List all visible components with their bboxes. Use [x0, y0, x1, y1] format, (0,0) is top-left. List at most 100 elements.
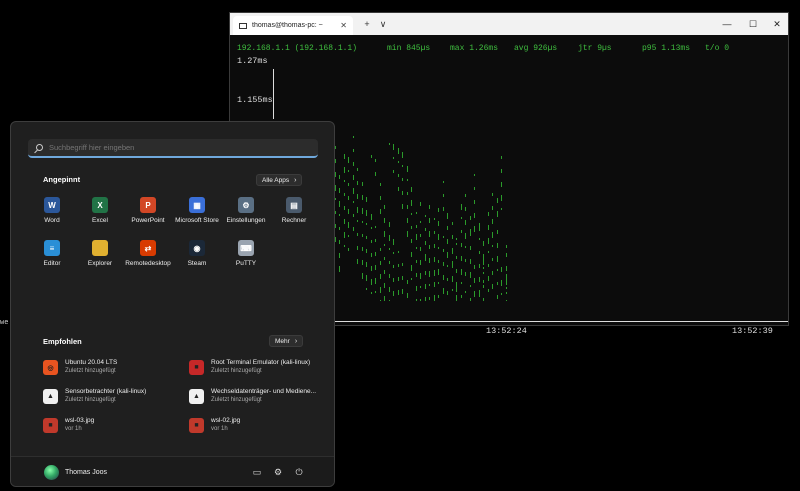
pinned-app[interactable]: ⌨ PuTTY — [221, 240, 271, 267]
recommended-item[interactable]: ◎ Ubuntu 20.04 LTS Zuletzt hinzugefügt — [43, 359, 183, 381]
recommended-item[interactable]: ▲ Sensorbetrachter (kali-linux) Zuletzt hi… — [43, 388, 183, 410]
recommended-item-name: Sensorbetrachter (kali-linux) — [65, 388, 147, 395]
latency-trace — [420, 191, 422, 301]
ping-avg: avg 926µs — [514, 44, 558, 53]
background-terminal-text: we — [0, 319, 9, 327]
pinned-app[interactable]: ⚙ Einstellungen — [221, 197, 271, 224]
y-axis-label-top: 1.27ms — [237, 56, 268, 66]
recommended-item[interactable]: ■ wsl-02.jpg vor 1h — [189, 417, 329, 439]
store-icon: ▦ — [189, 197, 205, 213]
pinned-app-label: Explorer — [87, 260, 113, 267]
latency-trace — [366, 141, 368, 301]
latency-trace — [402, 151, 404, 301]
recommended-item-subtitle: vor 1h — [211, 426, 228, 432]
recommended-item-subtitle: vor 1h — [65, 426, 82, 432]
latency-trace — [496, 191, 499, 301]
search-icon — [36, 144, 43, 151]
start-menu[interactable]: Angepinnt Alle Apps › W Word X Excel P PowerP… — [10, 121, 335, 487]
latency-trace — [447, 211, 449, 301]
latency-trace — [411, 181, 413, 301]
recommended-item[interactable]: ■ Root Terminal Emulator (kali-linux) Zule… — [189, 359, 329, 381]
all-apps-label: Alle Apps — [262, 176, 290, 184]
latency-trace — [339, 161, 341, 301]
powerpoint-icon: P — [140, 197, 156, 213]
latency-trace — [424, 206, 427, 301]
terminal-icon — [239, 22, 247, 29]
close-button[interactable]: ✕ — [764, 13, 790, 35]
recommended-item-name: Wechseldatenträger- und Mediene... — [211, 388, 317, 395]
avatar[interactable] — [44, 465, 59, 480]
image-file-icon: ■ — [43, 418, 58, 433]
user-name[interactable]: Thomas Joos — [65, 469, 107, 476]
latency-trace — [483, 231, 485, 301]
calculator-icon: ▤ — [286, 197, 302, 213]
search-input[interactable] — [49, 143, 299, 152]
pinned-app[interactable]: W Word — [27, 197, 77, 224]
pinned-app[interactable]: ⇄ Remotedesktop — [123, 240, 173, 267]
ping-min: min 845µs — [387, 44, 431, 53]
power-icon[interactable]: ⏻ — [293, 466, 305, 478]
pinned-app[interactable]: ▦ Microsoft Store — [172, 197, 222, 224]
pinned-app[interactable]: Explorer — [75, 240, 125, 267]
latency-trace — [474, 171, 476, 301]
image-file-icon: ■ — [189, 418, 204, 433]
latency-trace — [370, 151, 373, 301]
tab-dropdown-button[interactable]: ∨ — [376, 16, 390, 32]
latency-trace — [442, 181, 445, 301]
recommended-item[interactable]: ■ wsl-03.jpg vor 1h — [43, 417, 183, 439]
tab-close-icon[interactable]: ✕ — [340, 21, 347, 30]
latency-trace — [406, 161, 409, 301]
pinned-app-label: PuTTY — [235, 260, 257, 267]
pinned-app-label: Steam — [187, 260, 207, 267]
new-tab-button[interactable]: + — [360, 16, 374, 32]
steam-icon: ◉ — [189, 240, 205, 256]
maximize-button[interactable]: ☐ — [740, 13, 766, 35]
chevron-right-icon: › — [294, 337, 298, 345]
recommended-item-subtitle: Zuletzt hinzugefügt — [65, 368, 116, 374]
pinned-app[interactable]: ◉ Steam — [172, 240, 222, 267]
recommended-item-name: Ubuntu 20.04 LTS — [65, 359, 118, 366]
latency-trace — [438, 201, 440, 301]
pinned-app-label: Einstellungen — [226, 217, 266, 224]
pinned-app-label: Remotedesktop — [125, 260, 171, 267]
terminal-tab[interactable]: thomas@thomas-pc: ~ ✕ — [233, 16, 353, 35]
more-button[interactable]: Mehr › — [269, 335, 304, 347]
ping-timeout: t/o 0 — [705, 44, 730, 53]
all-apps-button[interactable]: Alle Apps › — [256, 174, 303, 186]
latency-trace — [478, 221, 481, 301]
putty-icon: ⌨ — [238, 240, 254, 256]
pinned-app-label: PowerPoint — [131, 217, 165, 224]
latency-trace — [388, 131, 391, 301]
terminal-tab-title: thomas@thomas-pc: ~ — [252, 22, 323, 29]
chevron-right-icon: › — [294, 176, 297, 184]
pinned-app[interactable]: X Excel — [75, 197, 125, 224]
more-label: Mehr — [275, 337, 290, 345]
recommended-item-subtitle: Zuletzt hinzugefügt — [211, 368, 262, 374]
recommended-item-name: wsl-03.jpg — [65, 417, 95, 424]
terminal-titlebar[interactable]: thomas@thomas-pc: ~ ✕ + ∨ — ☐ ✕ — [230, 13, 788, 35]
remote-desktop-icon: ⇄ — [140, 240, 156, 256]
minimize-button[interactable]: — — [714, 13, 740, 35]
recommended-item[interactable]: ▲ Wechseldatenträger- und Mediene... Zulet… — [189, 388, 329, 410]
latency-graph — [330, 101, 510, 301]
time-label-start: 13:52:24 — [486, 326, 527, 336]
y-axis-label-mid: 1.155ms — [237, 95, 273, 105]
latency-trace — [375, 156, 377, 301]
ping-host: 192.168.1.1 (192.168.1.1) — [237, 44, 358, 53]
pinned-app-label: Editor — [43, 260, 61, 267]
pinned-app[interactable]: ▤ Rechner — [269, 197, 319, 224]
latency-trace — [456, 231, 458, 301]
pinned-app-label: Excel — [92, 217, 108, 224]
latency-trace — [352, 101, 355, 301]
time-label-end: 13:52:39 — [732, 326, 773, 336]
root-terminal-icon: ■ — [189, 360, 204, 375]
pinned-app-label: Word — [44, 217, 60, 224]
pinned-app[interactable]: P PowerPoint — [123, 197, 173, 224]
gear-icon[interactable]: ⚙ — [272, 466, 284, 478]
latency-trace — [505, 241, 508, 301]
folder-icon[interactable]: ▭ — [251, 466, 263, 478]
ubuntu-icon: ◎ — [43, 360, 58, 375]
latency-trace — [469, 206, 472, 301]
search-box[interactable] — [28, 139, 318, 158]
pinned-app[interactable]: ≡ Editor — [27, 240, 77, 267]
